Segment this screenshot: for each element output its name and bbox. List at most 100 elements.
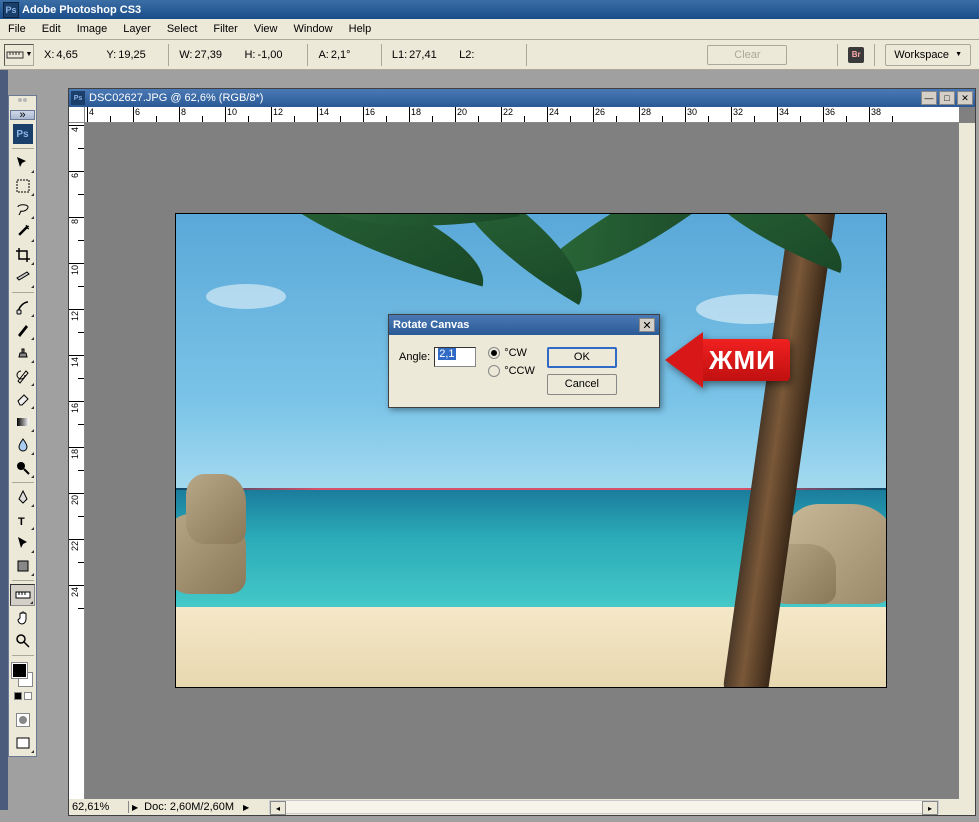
menu-image[interactable]: Image (69, 20, 116, 38)
ccw-radio[interactable]: °CCW (488, 365, 535, 377)
eraser-tool[interactable] (10, 388, 35, 410)
bridge-icon[interactable]: Br (848, 47, 864, 63)
toolbox-grip[interactable] (10, 98, 35, 106)
lasso-tool[interactable] (10, 198, 35, 220)
option-w: W:27,39 (179, 49, 234, 61)
separator (168, 44, 169, 66)
cw-radio[interactable]: °CW (488, 347, 535, 359)
path-selection-tool[interactable] (10, 532, 35, 554)
vertical-ruler[interactable]: 024681012141618202224 (69, 123, 85, 799)
option-l2: L2: (459, 49, 516, 61)
brush-tool[interactable] (10, 319, 35, 341)
quick-mask-toggle[interactable] (10, 709, 35, 731)
option-l1: L1:27,41 (392, 49, 449, 61)
app-titlebar: Ps Adobe Photoshop CS3 (0, 0, 979, 19)
svg-text:T: T (18, 516, 25, 528)
marquee-tool[interactable] (10, 175, 35, 197)
healing-brush-tool[interactable] (10, 296, 35, 318)
ruler-tool[interactable] (10, 584, 35, 606)
clear-button: Clear (707, 45, 787, 65)
options-bar: ▼ X:4,65 Y:19,25 W:27,39 H:-1,00 A:2,1° … (0, 40, 979, 70)
pen-tool[interactable] (10, 486, 35, 508)
canvas-viewport[interactable] (85, 123, 959, 799)
dodge-tool[interactable] (10, 457, 35, 479)
default-colors[interactable] (10, 692, 35, 706)
image-canvas[interactable] (175, 213, 887, 688)
photoshop-icon: Ps (71, 91, 85, 105)
scroll-left-button[interactable]: ◂ (270, 801, 286, 815)
menu-layer[interactable]: Layer (115, 20, 159, 38)
separator (381, 44, 382, 66)
cancel-button[interactable]: Cancel (547, 374, 617, 395)
photo-cloud (206, 284, 286, 309)
zoom-level[interactable]: 62,61% (69, 801, 129, 813)
document-title: DSC02627.JPG @ 62,6% (RGB/8*) (89, 92, 919, 104)
ps-logo-icon: Ps (10, 123, 35, 145)
angle-input[interactable]: 2,1 (434, 347, 476, 367)
horizontal-scrollbar[interactable]: ◂ ▸ (269, 800, 939, 814)
dialog-titlebar[interactable]: Rotate Canvas ✕ (389, 315, 659, 335)
gradient-tool[interactable] (10, 411, 35, 433)
blur-tool[interactable] (10, 434, 35, 456)
horizontal-ruler[interactable]: 02468101214161820222426283032343638 (85, 107, 959, 123)
zoom-tool[interactable] (10, 630, 35, 652)
dock-strip (0, 70, 8, 810)
option-y: Y:19,25 (106, 49, 158, 61)
screen-mode-button[interactable] (10, 732, 35, 754)
status-menu-icon[interactable]: ▶ (243, 803, 249, 812)
status-bar: 62,61% ▶ Doc: 2,60M/2,60M ▶ ◂ ▸ (69, 799, 959, 815)
dialog-close-button[interactable]: ✕ (639, 318, 655, 332)
menu-window[interactable]: Window (286, 20, 341, 38)
minimize-button[interactable]: — (921, 91, 937, 105)
document-window: Ps DSC02627.JPG @ 62,6% (RGB/8*) — □ ✕ 0… (68, 88, 976, 816)
move-tool[interactable] (10, 152, 35, 174)
dialog-title: Rotate Canvas (393, 319, 469, 331)
foreground-color[interactable] (12, 663, 27, 678)
slice-tool[interactable] (10, 267, 35, 289)
separator (874, 44, 875, 66)
option-angle: A:2,1° (318, 49, 370, 61)
workspace-menu[interactable]: Workspace▼ (885, 44, 971, 66)
menu-view[interactable]: View (246, 20, 286, 38)
toolbox: » Ps T (8, 95, 37, 757)
magic-wand-tool[interactable] (10, 221, 35, 243)
option-h: H:-1,00 (244, 49, 297, 61)
close-button[interactable]: ✕ (957, 91, 973, 105)
separator (526, 44, 527, 66)
hand-tool[interactable] (10, 607, 35, 629)
document-titlebar[interactable]: Ps DSC02627.JPG @ 62,6% (RGB/8*) — □ ✕ (69, 89, 975, 107)
arrow-head-icon (665, 332, 703, 388)
ruler-origin[interactable] (69, 107, 85, 123)
menu-filter[interactable]: Filter (205, 20, 245, 38)
separator (837, 44, 838, 66)
tool-preset-picker[interactable]: ▼ (4, 44, 34, 66)
ok-button[interactable]: OK (547, 347, 617, 368)
maximize-button[interactable]: □ (939, 91, 955, 105)
type-tool[interactable]: T (10, 509, 35, 531)
menu-select[interactable]: Select (159, 20, 206, 38)
document-info: Doc: 2,60M/2,60M (138, 801, 240, 813)
menu-help[interactable]: Help (341, 20, 380, 38)
option-x: X:4,65 (44, 49, 96, 61)
menu-file[interactable]: File (0, 20, 34, 38)
work-area: Ps DSC02627.JPG @ 62,6% (RGB/8*) — □ ✕ 0… (44, 70, 979, 822)
clone-stamp-tool[interactable] (10, 342, 35, 364)
vertical-scrollbar[interactable] (959, 123, 975, 799)
photo-rock (186, 474, 246, 544)
app-title: Adobe Photoshop CS3 (22, 4, 141, 16)
menu-bar: File Edit Image Layer Select Filter View… (0, 19, 979, 40)
annotation-arrow: ЖМИ (665, 332, 790, 388)
color-swatches[interactable] (10, 661, 35, 689)
annotation-label: ЖМИ (703, 339, 790, 381)
resize-grip[interactable] (959, 799, 975, 815)
scroll-right-button[interactable]: ▸ (922, 801, 938, 815)
menu-edit[interactable]: Edit (34, 20, 69, 38)
ruler-icon (6, 49, 24, 61)
angle-label: Angle: (399, 351, 430, 363)
toolbox-collapse[interactable]: » (10, 110, 35, 120)
shape-tool[interactable] (10, 555, 35, 577)
separator (307, 44, 308, 66)
rotate-canvas-dialog: Rotate Canvas ✕ Angle: 2,1 °CW °CCW OK C… (388, 314, 660, 408)
crop-tool[interactable] (10, 244, 35, 266)
history-brush-tool[interactable] (10, 365, 35, 387)
